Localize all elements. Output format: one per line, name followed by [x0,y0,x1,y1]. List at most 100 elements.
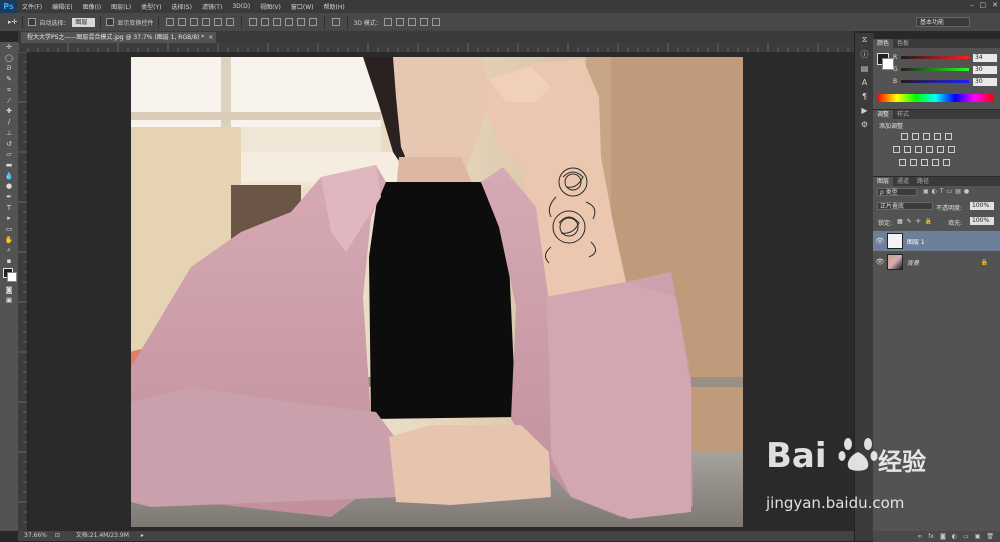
selective-color-icon[interactable] [943,159,950,166]
blur-tool-icon[interactable]: 💧 [0,170,18,181]
eye-icon[interactable]: 👁 [873,258,887,266]
layer-row[interactable]: 👁 背景 🔒 [873,252,1000,272]
blend-mode-dropdown[interactable]: 正片叠底 [877,202,933,210]
fill-input[interactable]: 100% [970,217,994,225]
delete-layer-icon[interactable]: 🗑 [986,531,994,542]
maximize-icon[interactable]: □ [980,1,987,9]
quick-mask-icon[interactable]: ◙ [0,284,18,295]
distribute-middle-icon[interactable] [261,18,270,26]
tab-paths[interactable]: 路径 [913,177,933,186]
menu-select[interactable]: 选择(S) [166,2,197,11]
close-icon[interactable]: × [208,32,213,43]
menu-help[interactable]: 帮助(H) [319,2,350,11]
color-swatches[interactable] [0,266,18,284]
hue-saturation-icon[interactable] [893,146,900,153]
vibrance-icon[interactable] [945,133,952,140]
slide-3d-icon[interactable] [419,18,428,26]
layer-name[interactable]: 背景 [907,258,919,267]
threshold-icon[interactable] [921,159,928,166]
menu-layer[interactable]: 图层(L) [106,2,136,11]
show-transform-checkbox[interactable] [106,18,115,26]
hand-tool-icon[interactable]: ✋ [0,234,18,245]
color-lookup-icon[interactable] [948,146,955,153]
curves-icon[interactable] [923,133,930,140]
default-colors-icon[interactable]: ▪ [0,256,18,267]
distribute-right-icon[interactable] [309,18,318,26]
tab-adjustments[interactable]: 调整 [873,110,894,119]
green-slider[interactable]: G 30 [893,65,998,74]
actions-panel-icon[interactable]: ▶ [855,103,874,117]
lasso-tool-icon[interactable]: ᘐ [0,63,18,74]
gradient-map-icon[interactable] [932,159,939,166]
document-tab[interactable]: 程大大学PS之——图层混合模式.jpg @ 37.7% (图层 1, RGB/8… [21,32,217,43]
eyedropper-tool-icon[interactable]: ⁄ [0,95,18,106]
eye-icon[interactable]: 👁 [873,237,887,245]
layer-row[interactable]: 👁 图层 1 [873,231,1000,251]
levels-icon[interactable] [912,133,919,140]
align-top-icon[interactable] [166,18,175,26]
type-tool-icon[interactable]: T [0,202,18,213]
dodge-tool-icon[interactable]: ● [0,181,18,192]
path-select-tool-icon[interactable]: ▸ [0,213,18,224]
blue-track[interactable] [901,80,969,83]
marquee-tool-icon[interactable]: ◯ [0,53,18,64]
distribute-center-icon[interactable] [297,18,306,26]
red-value[interactable]: 34 [973,53,997,62]
screen-mode-icon[interactable]: ▣ [0,295,18,306]
workspace-dropdown[interactable]: 基本功能 [916,17,970,27]
menu-file[interactable]: 文件(F) [17,2,47,11]
drag-3d-icon[interactable] [407,18,416,26]
menu-view[interactable]: 视图(V) [255,2,286,11]
posterize-icon[interactable] [910,159,917,166]
quick-select-tool-icon[interactable]: ✎ [0,74,18,85]
black-white-icon[interactable] [915,146,922,153]
brightness-icon[interactable] [901,133,908,140]
auto-select-dropdown[interactable]: 图层 [72,17,96,27]
lock-icons[interactable]: ▦✎✛🔒 [897,218,936,225]
align-left-icon[interactable] [202,18,211,26]
shape-tool-icon[interactable]: ▭ [0,224,18,235]
show-transform-option[interactable]: 显示变换控件 [106,18,153,27]
align-bottom-icon[interactable] [190,18,199,26]
tool-presets-icon[interactable]: ⚙ [855,117,874,131]
character-panel-icon[interactable]: A [855,75,874,89]
menu-filter[interactable]: 滤镜(T) [197,2,227,11]
brush-tool-icon[interactable]: ∕ [0,117,18,128]
roll-3d-icon[interactable] [395,18,404,26]
tab-swatches[interactable]: 色板 [893,39,913,48]
opacity-input[interactable]: 100% [970,202,994,210]
move-tool-preset-icon[interactable]: ▸✛ [8,18,17,26]
history-panel-icon[interactable]: ⧖ [855,33,874,47]
tab-styles[interactable]: 样式 [893,110,913,119]
auto-align-icon[interactable] [332,18,341,26]
menu-window[interactable]: 窗口(W) [286,2,319,11]
background-color-swatch[interactable] [7,272,17,283]
menu-type[interactable]: 类型(Y) [136,2,166,11]
add-mask-icon[interactable]: ◙ [940,531,946,542]
auto-select-option[interactable]: 自动选择： 图层 [28,17,96,27]
rotate-3d-icon[interactable] [383,18,392,26]
new-group-icon[interactable]: ▭ [963,531,969,542]
green-value[interactable]: 30 [973,65,997,74]
export-icon[interactable]: ⊡ [55,532,60,539]
color-spectrum-bar[interactable] [877,94,994,102]
distribute-bottom-icon[interactable] [273,18,282,26]
menu-image[interactable]: 图像(I) [78,2,106,11]
properties-panel-icon[interactable]: ⓘ [855,47,874,61]
green-track[interactable] [901,68,969,71]
paragraph-panel-icon[interactable]: ¶ [855,89,874,103]
stamp-tool-icon[interactable]: ⊥ [0,128,18,139]
tab-channels[interactable]: 通道 [893,177,913,186]
document-canvas[interactable] [131,57,743,527]
healing-tool-icon[interactable]: ✚ [0,106,18,117]
menu-3d[interactable]: 3D(D) [227,3,255,10]
scale-3d-icon[interactable] [431,18,440,26]
status-menu-icon[interactable]: ▸ [141,532,144,539]
align-right-icon[interactable] [226,18,235,26]
link-layers-icon[interactable]: ∞ [917,531,922,542]
eraser-tool-icon[interactable]: ▱ [0,149,18,160]
tab-color[interactable]: 颜色 [873,39,894,48]
new-layer-icon[interactable]: ▣ [975,531,981,542]
vertical-ruler[interactable] [18,51,28,531]
blue-value[interactable]: 30 [973,77,997,86]
